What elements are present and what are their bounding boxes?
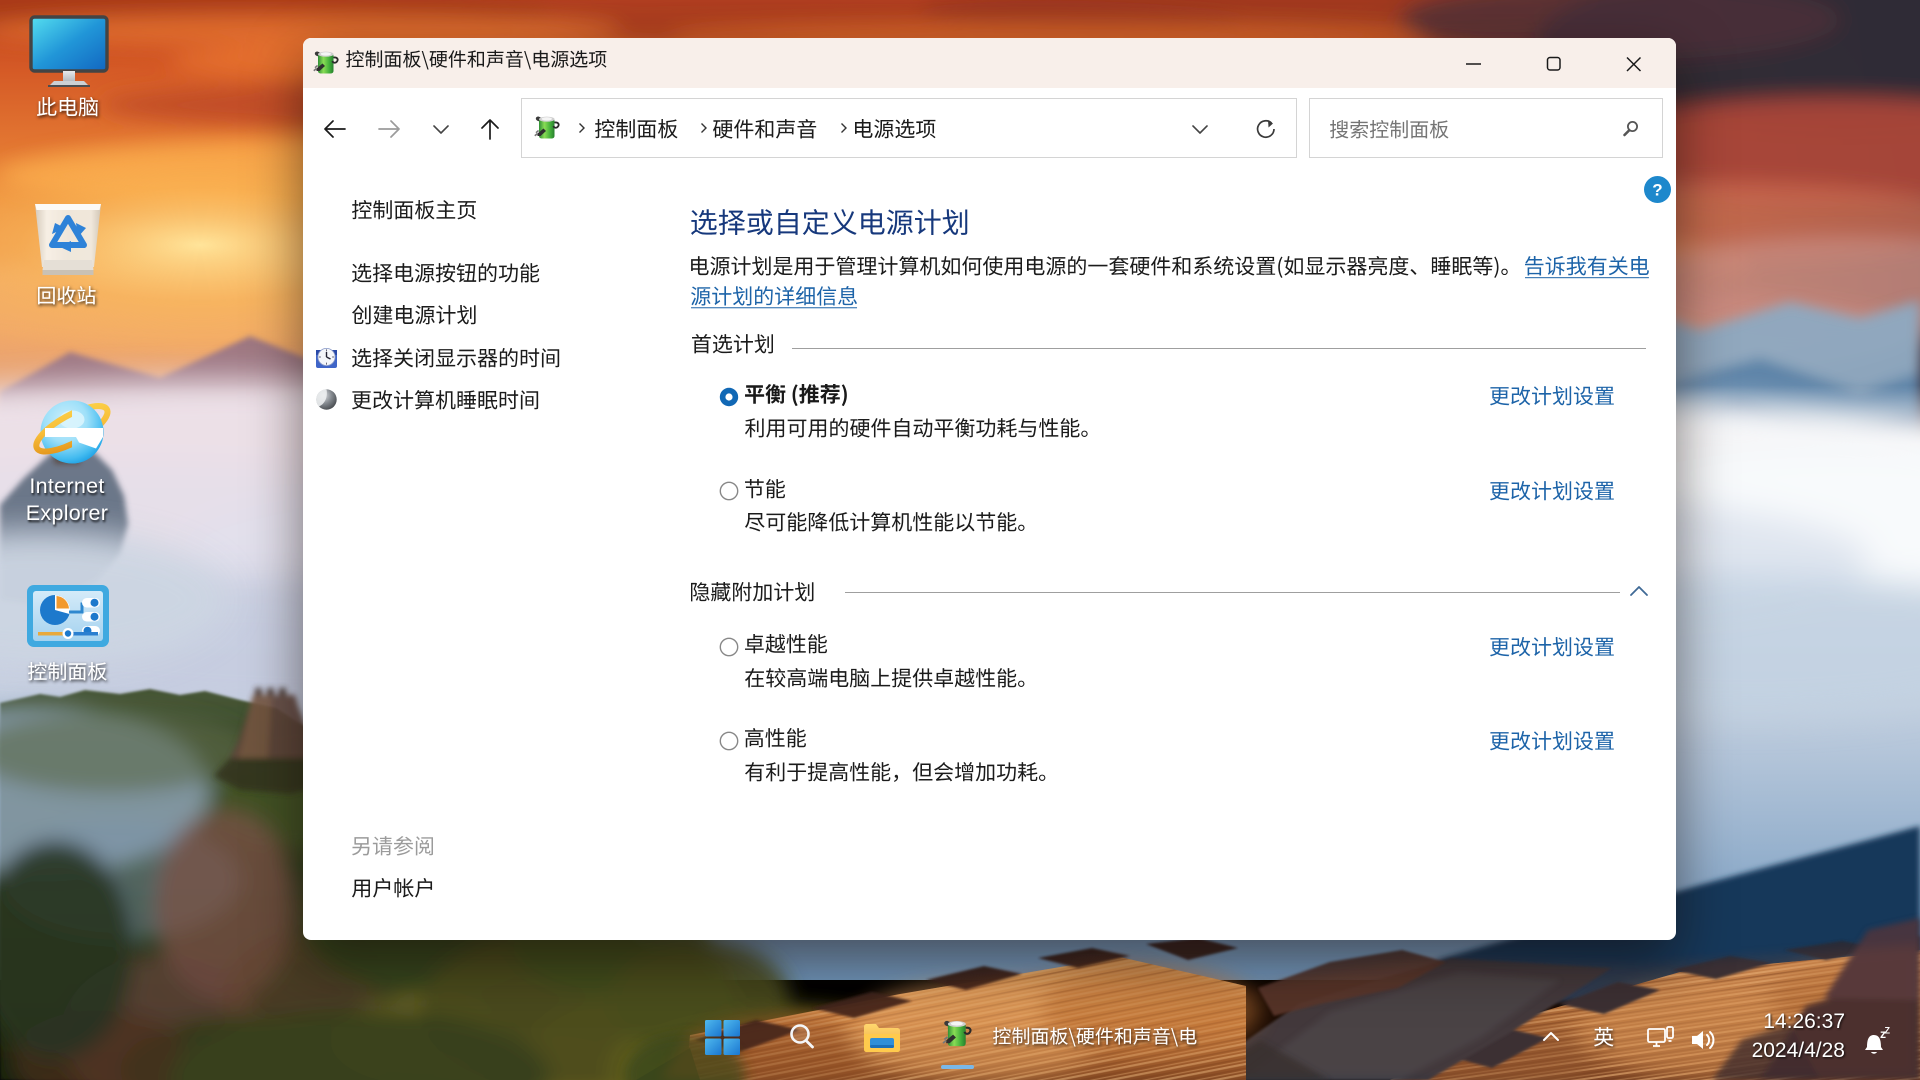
- svg-text:Z: Z: [1885, 1026, 1891, 1036]
- svg-text:?: ?: [1652, 181, 1662, 200]
